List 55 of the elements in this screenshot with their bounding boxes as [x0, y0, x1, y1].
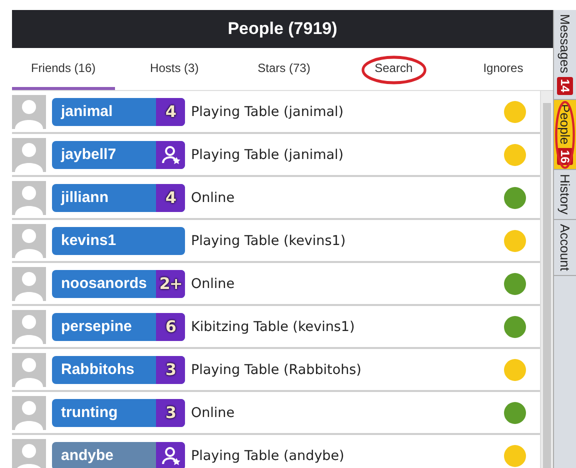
status-text: Kibitzing Table (kevins1) [191, 318, 356, 334]
level-badge: 4 [156, 184, 185, 212]
tab[interactable]: Ignores [453, 48, 554, 90]
person-row[interactable]: noosanords 2+ Online [12, 263, 540, 306]
username-tag[interactable]: janimal 4 [52, 98, 185, 126]
tab[interactable]: Hosts (3) [124, 48, 224, 90]
status-text: Playing Table (andybe) [191, 448, 346, 464]
tab[interactable]: Stars (73) [234, 48, 334, 90]
status-text: Online [191, 276, 236, 292]
level-badge: 3 [156, 398, 185, 426]
count-badge: 14 [557, 77, 573, 95]
status-text: Online [191, 190, 236, 206]
status-text: Online [191, 404, 236, 420]
person-row[interactable]: kevins1 Playing Table (kevins1) [12, 220, 540, 263]
username-tag[interactable]: persepine 6 [52, 312, 185, 340]
scrollbar[interactable] [540, 91, 553, 468]
status-text: Playing Table (janimal) [191, 146, 345, 162]
avatar-icon [12, 310, 46, 344]
person-row[interactable]: janimal 4 Playing Table (janimal) [12, 91, 540, 134]
panel-title: People (7919) [228, 19, 338, 39]
level-badge: 6 [156, 312, 185, 340]
person-row[interactable]: persepine 6 Kibitzing Table (kevins1) [12, 306, 540, 349]
avatar-icon [12, 438, 46, 468]
person-row[interactable]: jaybell7 Playing Table (janimal) [12, 134, 540, 177]
avatar-icon [12, 94, 46, 128]
side-tab[interactable]: People 16 [554, 100, 576, 170]
person-row[interactable]: Rabbitohs 3 Playing Table (Rabbitohs) [12, 349, 540, 392]
person-row[interactable]: jilliann 4 Online [12, 177, 540, 220]
tab[interactable]: Friends (16) [12, 48, 115, 90]
annotation-ellipse [554, 100, 576, 170]
username-tag[interactable]: jilliann 4 [52, 184, 185, 212]
level-badge: 3 [156, 356, 185, 384]
tab[interactable]: Search [344, 48, 444, 90]
status-text: Playing Table (kevins1) [191, 232, 347, 248]
person-row[interactable]: andybe Playing Table (andybe) [12, 435, 540, 468]
avatar-icon [12, 180, 46, 214]
username-tag[interactable]: Rabbitohs 3 [52, 356, 185, 384]
username-tag[interactable]: jaybell7 [52, 140, 185, 168]
person-row[interactable]: trunting 3 Online [12, 392, 540, 435]
annotation-ellipse [360, 55, 427, 85]
avatar-icon [12, 138, 46, 172]
status-text: Playing Table (Rabbitohs) [191, 362, 362, 378]
avatar-icon [12, 396, 46, 430]
username-tag[interactable]: trunting 3 [52, 398, 185, 426]
username-tag[interactable]: kevins1 [52, 226, 185, 254]
username-tag[interactable]: noosanords 2+ [52, 270, 185, 298]
person-star-icon [160, 446, 180, 466]
avatar-icon [12, 224, 46, 258]
level-badge: 4 [156, 98, 185, 126]
avatar-icon [12, 352, 46, 386]
level-badge: 2+ [156, 270, 185, 298]
username-tag[interactable]: andybe [52, 442, 185, 468]
person-star-icon [160, 144, 180, 164]
status-text: Playing Table (janimal) [191, 104, 345, 120]
avatar-icon [12, 266, 46, 300]
